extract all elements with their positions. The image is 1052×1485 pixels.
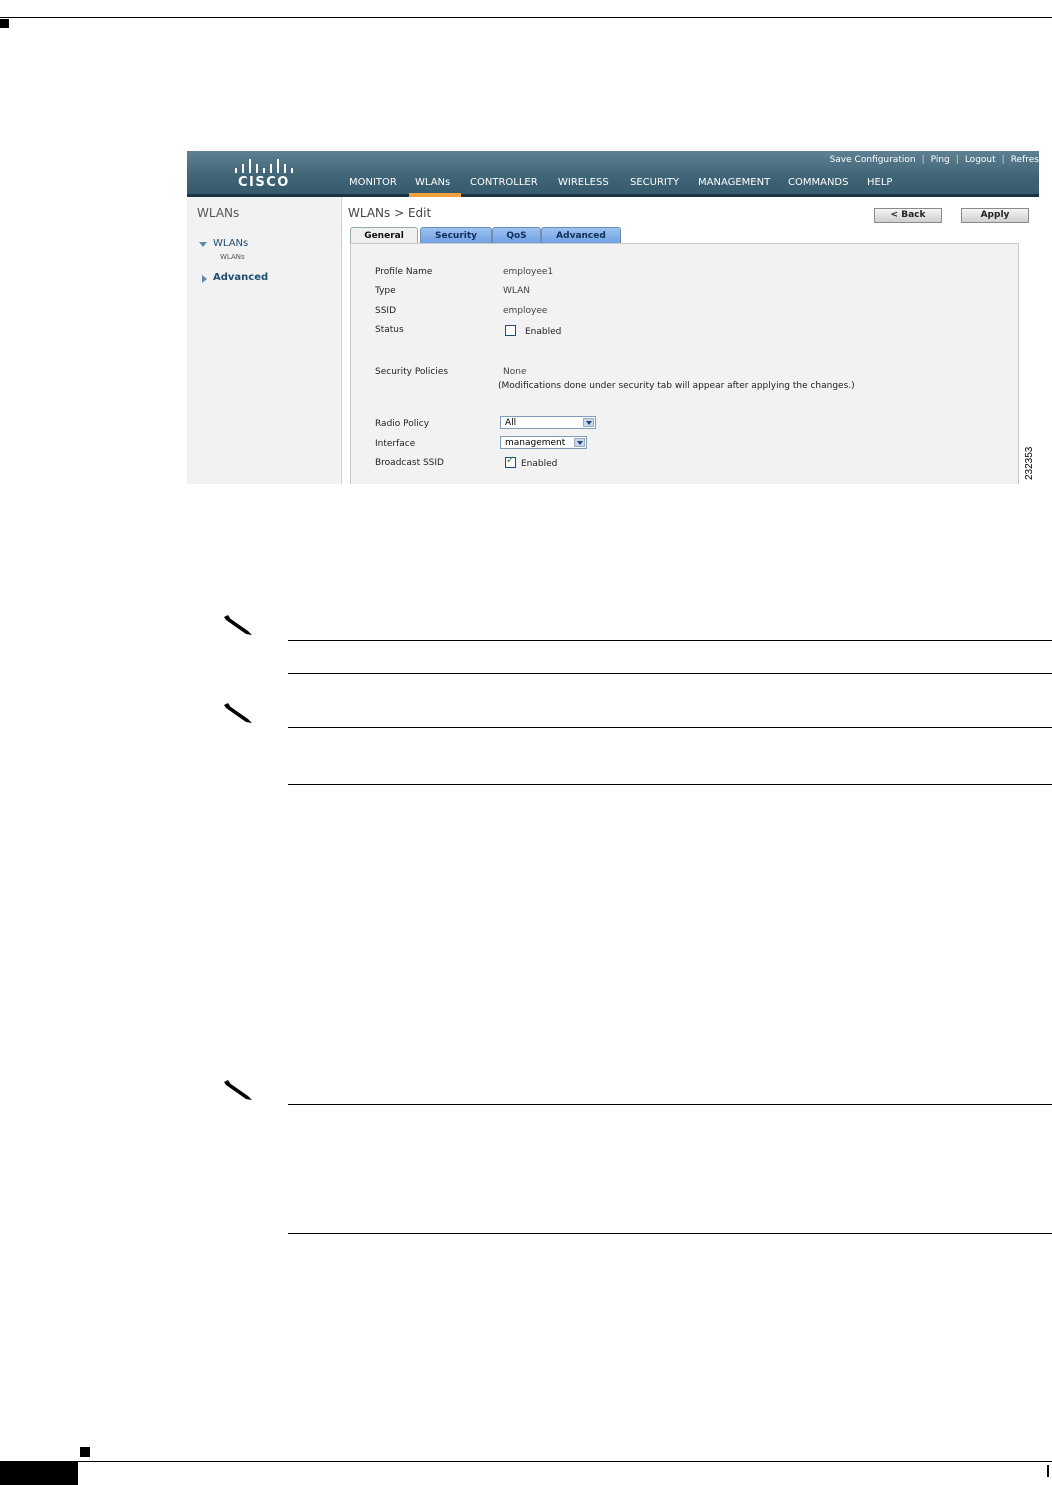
interface-select[interactable]: management: [500, 436, 587, 449]
footer-tick: [1047, 1465, 1049, 1477]
type-value: WLAN: [503, 286, 531, 296]
note-rule: [288, 727, 1052, 728]
tab-advanced[interactable]: Advanced: [541, 227, 621, 244]
broadcast-ssid-label: Broadcast SSID: [375, 458, 444, 468]
page-title: WLANs > Edit: [348, 206, 432, 220]
footer-block: [0, 1462, 78, 1485]
nav-security[interactable]: SECURITY: [630, 177, 679, 188]
interface-value: management: [505, 438, 566, 448]
apply-button[interactable]: Apply: [961, 208, 1029, 223]
radio-policy-value: All: [505, 418, 517, 428]
broadcast-ssid-checkbox[interactable]: [505, 455, 516, 468]
nav-wireless[interactable]: WIRELESS: [558, 177, 609, 188]
top-rule: [0, 17, 1052, 18]
save-configuration-link[interactable]: Save Configuration: [830, 155, 916, 165]
note-rule: [288, 673, 1052, 674]
note-rule: [288, 1104, 1052, 1105]
footer-marker: [80, 1447, 90, 1457]
general-panel: Profile Name employee1 Type WLAN SSID em…: [350, 243, 1019, 484]
interface-label: Interface: [375, 439, 416, 449]
header-bar: CISCO Save Configuration | Ping | Logout | Ref…: [187, 151, 1039, 195]
nav-controller[interactable]: CONTROLLER: [470, 177, 538, 188]
profile-name-value: employee1: [503, 267, 554, 277]
ssid-value: employee: [503, 306, 548, 316]
note-pencil-icon: [224, 703, 252, 723]
tab-general[interactable]: General: [350, 227, 418, 244]
profile-name-label: Profile Name: [375, 267, 433, 277]
note-rule: [288, 784, 1052, 785]
status-enabled-label: Enabled: [525, 327, 562, 337]
security-policies-label: Security Policies: [375, 367, 449, 377]
top-links: Save Configuration | Ping | Logout | Refres: [829, 155, 1039, 165]
nav-commands[interactable]: COMMANDS: [788, 177, 848, 188]
cisco-logo-icon: [235, 159, 293, 173]
nav-wlans[interactable]: WLANs: [415, 177, 450, 188]
main-content: WLANs > Edit < Back Apply General Securi…: [342, 197, 1039, 484]
tab-qos[interactable]: QoS: [492, 227, 541, 244]
nav-help[interactable]: HELP: [867, 177, 892, 188]
status-label: Status: [375, 325, 404, 335]
ssid-label: SSID: [375, 306, 397, 316]
security-policies-value: None: [503, 367, 527, 377]
ping-link[interactable]: Ping: [931, 155, 950, 165]
chevron-down-icon[interactable]: [574, 438, 585, 447]
logout-link[interactable]: Logout: [965, 155, 996, 165]
type-label: Type: [375, 286, 396, 296]
sidebar-item-advanced[interactable]: Advanced: [213, 272, 268, 283]
sidebar-subitem-wlans[interactable]: WLANs: [220, 253, 245, 261]
sidebar-item-wlans[interactable]: WLANs: [213, 238, 248, 249]
sidebar-title: WLANs: [197, 206, 240, 220]
radio-policy-select[interactable]: All: [500, 416, 596, 429]
back-button[interactable]: < Back: [874, 208, 942, 223]
nav-monitor[interactable]: MONITOR: [349, 177, 397, 188]
cisco-logo-text: CISCO: [238, 175, 290, 190]
refresh-link[interactable]: Refres: [1011, 155, 1039, 165]
sidebar: WLANs WLANs WLANs Advanced: [187, 197, 342, 484]
note-pencil-icon: [224, 615, 252, 635]
note-rule: [288, 640, 1052, 641]
expand-right-icon[interactable]: [202, 275, 207, 283]
figure-number: 232353: [1024, 446, 1035, 480]
broadcast-enabled-label: Enabled: [521, 459, 558, 469]
security-note: (Modifications done under security tab w…: [498, 381, 855, 391]
note-rule: [288, 1233, 1052, 1234]
controller-screenshot: CISCO Save Configuration | Ping | Logout | Ref…: [187, 151, 1039, 484]
bottom-rule: [0, 1461, 1052, 1462]
status-enabled-checkbox[interactable]: [505, 325, 516, 336]
note-pencil-icon: [224, 1080, 252, 1100]
chevron-down-icon[interactable]: [583, 418, 594, 427]
nav-management[interactable]: MANAGEMENT: [698, 177, 770, 188]
radio-policy-label: Radio Policy: [375, 419, 430, 429]
top-marker: [0, 19, 9, 28]
tab-security[interactable]: Security: [420, 227, 492, 244]
expand-down-icon[interactable]: [199, 242, 207, 247]
